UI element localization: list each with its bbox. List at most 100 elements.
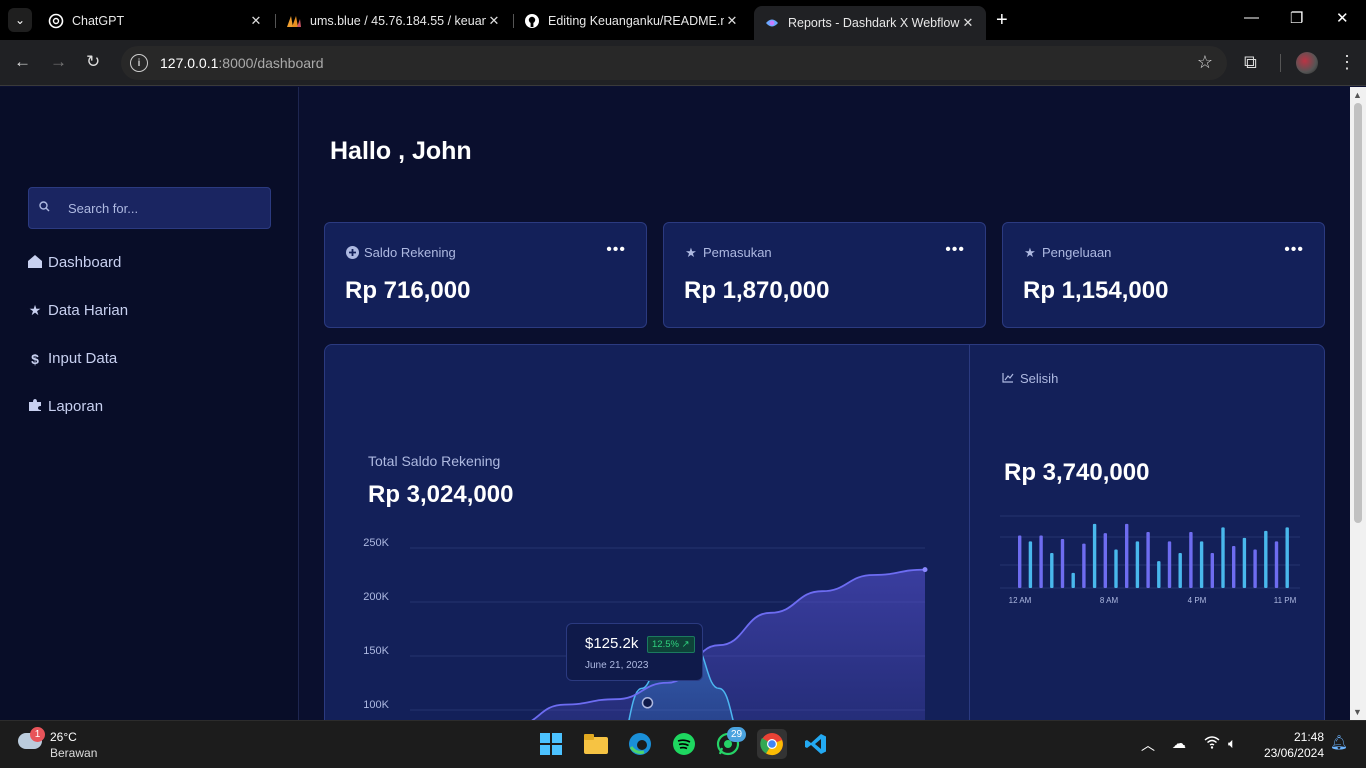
card-label-row: Saldo Rekening: [345, 245, 456, 260]
close-tab-icon[interactable]: ✕: [724, 13, 740, 29]
bookmark-star-icon[interactable]: ☆: [1197, 52, 1213, 73]
sidebar-item-laporan[interactable]: Laporan: [28, 398, 103, 415]
bar: [1199, 541, 1204, 588]
sidebar-item-input-data[interactable]: $ Input Data: [28, 350, 117, 367]
github-icon: [524, 13, 540, 29]
bar: [1264, 530, 1268, 588]
y-tick-label: 200K: [363, 591, 389, 603]
sidebar-item-dashboard[interactable]: Dashboard: [28, 254, 121, 271]
total-saldo-value: Rp 3,024,000: [368, 481, 514, 508]
system-clock[interactable]: 21:48 23/06/2024: [1264, 729, 1324, 761]
toolbar-divider: [1280, 54, 1281, 72]
chatgpt-icon: [48, 13, 64, 29]
tab-chatgpt[interactable]: ChatGPT ✕: [38, 6, 274, 36]
scroll-up-arrow-icon[interactable]: ▲: [1353, 90, 1362, 100]
back-arrow-icon[interactable]: ←: [14, 52, 31, 72]
sidebar: Search for... Dashboard ★ Data Harian $ …: [0, 87, 299, 720]
tab-title: ChatGPT: [72, 14, 125, 28]
tab-reports-active[interactable]: Reports - Dashdark X Webflow ✕: [754, 6, 986, 40]
spotify-icon[interactable]: [669, 729, 699, 759]
card-label: Pemasukan: [703, 245, 772, 260]
more-options-icon[interactable]: •••: [945, 241, 965, 259]
file-explorer-icon[interactable]: [581, 729, 611, 759]
bar: [1125, 523, 1129, 588]
address-bar[interactable]: i 127.0.0.1:8000/dashboard ☆: [121, 46, 1227, 80]
search-icon: [39, 201, 50, 215]
tooltip-date: June 21, 2023: [585, 660, 649, 671]
card-label: Saldo Rekening: [364, 245, 456, 260]
tab-title: Reports - Dashdark X Webflow: [788, 16, 960, 30]
tab-title: ums.blue / 45.76.184.55 / keuan: [310, 14, 486, 28]
weather-temperature[interactable]: 26°C: [50, 730, 77, 744]
bar: [1157, 561, 1161, 588]
profile-avatar[interactable]: [1296, 52, 1318, 74]
extensions-puzzle-icon[interactable]: ⧉: [1244, 52, 1257, 73]
edge-browser-icon[interactable]: [625, 729, 655, 759]
tray-chevron-up-icon[interactable]: ︿: [1141, 735, 1155, 755]
card-saldo-rekening: Saldo Rekening Rp 716,000 •••: [324, 222, 647, 328]
bar: [1285, 527, 1289, 588]
greeting-heading: Hallo , John: [330, 137, 472, 165]
tooltip-change-badge: 12.5% ↗: [647, 636, 695, 653]
weather-description[interactable]: Berawan: [50, 746, 97, 760]
bar: [1221, 527, 1225, 588]
sidebar-item-data-harian[interactable]: ★ Data Harian: [28, 302, 128, 319]
browser-toolbar: ← → ↻ i 127.0.0.1:8000/dashboard ☆ ⧉ ⋮: [0, 40, 1366, 86]
bar: [1060, 539, 1065, 588]
notification-bell-icon[interactable]: 🔔︎: [1330, 734, 1348, 751]
bar: [1092, 523, 1097, 588]
bar: [1189, 532, 1193, 588]
search-placeholder: Search for...: [68, 200, 139, 216]
tooltip-value: $125.2k: [585, 635, 639, 652]
scrollbar-thumb[interactable]: [1354, 103, 1362, 523]
minimize-button[interactable]: —: [1244, 9, 1259, 26]
card-value: Rp 1,154,000: [1023, 277, 1169, 304]
whatsapp-badge: 29: [727, 727, 746, 742]
vscode-icon[interactable]: [801, 729, 831, 759]
more-options-icon[interactable]: •••: [1284, 241, 1304, 259]
card-label: Pengeluaan: [1042, 245, 1112, 260]
selisih-label: Selisih: [1020, 371, 1059, 386]
reload-icon[interactable]: ↻: [86, 52, 100, 72]
bar: [1028, 541, 1033, 588]
close-tab-icon[interactable]: ✕: [248, 13, 264, 29]
x-tick-label: 8 AM: [1100, 596, 1119, 605]
bar: [1071, 572, 1075, 588]
y-tick-label: 100K: [363, 699, 389, 711]
bar: [1242, 537, 1247, 588]
x-tick-label: 12 AM: [1009, 596, 1032, 605]
forward-arrow-icon[interactable]: →: [50, 52, 67, 72]
menu-kebab-icon[interactable]: ⋮: [1338, 52, 1356, 73]
tab-search-button[interactable]: ⌄: [8, 8, 32, 32]
close-tab-icon[interactable]: ✕: [486, 13, 502, 29]
sidebar-item-label: Data Harian: [48, 302, 129, 319]
scroll-down-arrow-icon[interactable]: ▼: [1353, 707, 1362, 717]
bar: [1146, 532, 1150, 588]
page-scrollbar[interactable]: ▲ ▼: [1350, 87, 1366, 720]
volume-icon[interactable]: 🔈︎: [1228, 735, 1236, 752]
tab-github[interactable]: Editing Keuanganku/README.m ✕: [514, 6, 750, 36]
y-tick-label: 250K: [363, 537, 389, 549]
bar: [1210, 553, 1214, 588]
sidebar-item-label: Input Data: [48, 350, 118, 367]
weather-badge: 1: [30, 727, 45, 742]
dollar-icon: $: [31, 350, 39, 367]
selisih-value: Rp 3,740,000: [1004, 459, 1150, 486]
search-input[interactable]: Search for...: [28, 187, 271, 229]
bar: [1232, 546, 1236, 588]
more-options-icon[interactable]: •••: [606, 241, 626, 259]
onedrive-cloud-icon[interactable]: ☁: [1172, 735, 1186, 752]
site-info-icon[interactable]: i: [130, 54, 148, 72]
close-window-button[interactable]: ✕: [1336, 9, 1349, 27]
chrome-icon[interactable]: [757, 729, 787, 759]
wifi-icon[interactable]: [1204, 735, 1220, 752]
bar: [1114, 549, 1118, 588]
bar: [1135, 541, 1140, 588]
close-tab-icon[interactable]: ✕: [960, 15, 976, 31]
restore-button[interactable]: ❐: [1290, 9, 1303, 27]
y-tick-label: 150K: [363, 645, 389, 657]
tab-phpmyadmin[interactable]: ums.blue / 45.76.184.55 / keuan ✕: [276, 6, 512, 36]
new-tab-button[interactable]: +: [996, 9, 1008, 32]
windows-start-icon[interactable]: [536, 729, 566, 759]
bar: [1253, 549, 1257, 588]
